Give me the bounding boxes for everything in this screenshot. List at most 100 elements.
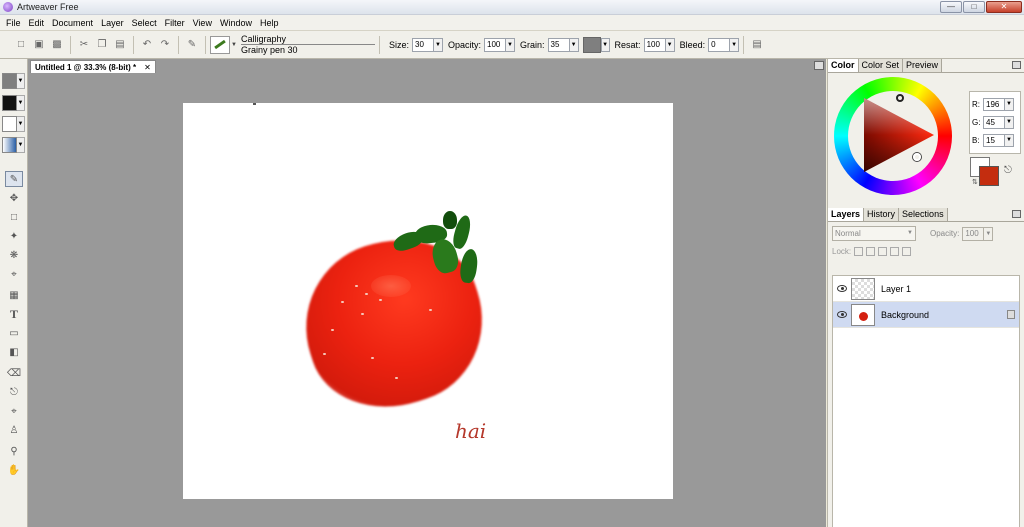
shape-icon[interactable]: ▭ bbox=[5, 325, 23, 341]
tab-preview[interactable]: Preview bbox=[903, 59, 943, 72]
foreground-color-swatch[interactable] bbox=[979, 166, 999, 186]
menu-select[interactable]: Select bbox=[128, 18, 161, 28]
green-spin-icon[interactable]: ▼ bbox=[1005, 115, 1014, 129]
opacity-spin-icon[interactable]: ▼ bbox=[506, 37, 516, 52]
visibility-eye-icon[interactable] bbox=[837, 285, 847, 292]
close-button[interactable]: ✕ bbox=[986, 1, 1022, 13]
swap-colors-icon[interactable]: ⇅ bbox=[972, 178, 978, 186]
menu-document[interactable]: Document bbox=[48, 18, 97, 28]
gradient-icon[interactable]: ◧ bbox=[5, 344, 23, 360]
grain-texture-dropdown-icon[interactable]: ▼ bbox=[600, 37, 610, 52]
palette-toggle-icon[interactable]: ▤ bbox=[750, 38, 764, 52]
green-field[interactable]: 45 bbox=[983, 115, 1005, 129]
color-panel: R: 196 ▼ G: 45 ▼ B: 15 ▼ ⇅ ⎋ bbox=[828, 73, 1024, 208]
crop-icon[interactable]: ⌖ bbox=[5, 266, 23, 282]
tab-layers[interactable]: Layers bbox=[828, 208, 865, 221]
bleed-field[interactable]: 0 bbox=[708, 37, 731, 52]
lock-position-checkbox[interactable] bbox=[866, 246, 876, 256]
saturation-marker[interactable] bbox=[913, 153, 921, 161]
menu-view[interactable]: View bbox=[189, 18, 216, 28]
lock-image-checkbox[interactable] bbox=[890, 246, 900, 256]
perspective-icon[interactable]: ▦ bbox=[5, 287, 23, 303]
minimize-button[interactable]: — bbox=[940, 1, 962, 13]
gradient-well[interactable]: ▼ bbox=[2, 137, 26, 153]
layer-row-background[interactable]: Background bbox=[833, 302, 1019, 328]
menu-window[interactable]: Window bbox=[216, 18, 256, 28]
opacity-field[interactable]: 100 bbox=[484, 37, 507, 52]
document-tab[interactable]: Untitled 1 @ 33.3% (8-bit) * ✕ bbox=[30, 60, 156, 73]
hue-marker[interactable] bbox=[896, 94, 904, 102]
menu-file[interactable]: File bbox=[2, 18, 25, 28]
brush-shape-well[interactable]: ▼ bbox=[2, 116, 26, 132]
color-panel-menu-icon[interactable] bbox=[1012, 61, 1021, 69]
menu-help[interactable]: Help bbox=[256, 18, 283, 28]
visibility-eye-icon[interactable] bbox=[837, 311, 847, 318]
brush-selector[interactable]: Calligraphy Grainy pen 30 bbox=[241, 34, 375, 55]
layer-opacity-spin-icon[interactable]: ▼ bbox=[984, 226, 994, 241]
size-field[interactable]: 30 bbox=[412, 37, 435, 52]
blue-field[interactable]: 15 bbox=[983, 133, 1005, 147]
pick-color-icon[interactable]: ⎋ bbox=[1004, 165, 1012, 176]
rectangle-select-icon[interactable]: □ bbox=[5, 209, 23, 225]
eraser-icon[interactable]: ⌫ bbox=[5, 365, 23, 381]
undo-icon[interactable]: ↶ bbox=[140, 38, 154, 52]
menu-filter[interactable]: Filter bbox=[161, 18, 189, 28]
blend-mode-select[interactable]: Normal ▼ bbox=[832, 226, 916, 241]
grain-texture-swatch[interactable] bbox=[582, 36, 601, 53]
grain-spin-icon[interactable]: ▼ bbox=[569, 37, 579, 52]
lasso-icon[interactable]: ❋ bbox=[5, 247, 23, 263]
brush-preview[interactable] bbox=[210, 35, 230, 54]
close-document-icon[interactable]: ✕ bbox=[144, 63, 151, 72]
blue-spin-icon[interactable]: ▼ bbox=[1005, 133, 1014, 147]
grain-field[interactable]: 35 bbox=[547, 37, 570, 52]
maximize-button[interactable]: □ bbox=[963, 1, 985, 13]
move-icon[interactable]: ✥ bbox=[5, 190, 23, 206]
save-icon[interactable]: ▩ bbox=[50, 38, 64, 52]
brush-icon[interactable]: ✎ bbox=[5, 171, 23, 187]
layer-opacity-field[interactable]: 100 bbox=[962, 226, 985, 241]
bleed-spin-icon[interactable]: ▼ bbox=[730, 37, 740, 52]
layer-row-layer-1[interactable]: Layer 1 bbox=[833, 276, 1019, 302]
cut-icon[interactable]: ✂ bbox=[77, 38, 91, 52]
hand-icon[interactable]: ✋ bbox=[5, 462, 23, 478]
zoom-icon[interactable]: ⚲ bbox=[5, 443, 23, 459]
magic-wand-icon[interactable]: ✦ bbox=[5, 228, 23, 244]
tab-color-set[interactable]: Color Set bbox=[858, 59, 904, 72]
brush-tool-icon[interactable]: ✎ bbox=[185, 38, 199, 52]
drawing-canvas[interactable]: hai bbox=[183, 103, 673, 499]
clone-stamp-icon[interactable]: ⎋ bbox=[5, 384, 23, 400]
workspace-menu-icon[interactable] bbox=[814, 61, 824, 70]
resat-field[interactable]: 100 bbox=[643, 37, 666, 52]
menu-layer[interactable]: Layer bbox=[97, 18, 128, 28]
tab-selections[interactable]: Selections bbox=[899, 208, 948, 221]
toolbar-divider bbox=[379, 35, 380, 54]
paint-bucket-icon[interactable]: ♙ bbox=[5, 422, 23, 438]
lock-transparency-checkbox[interactable] bbox=[854, 246, 864, 256]
brush-category-well[interactable]: ▼ bbox=[2, 73, 26, 89]
strawberry-painting bbox=[284, 205, 504, 429]
red-spin-icon[interactable]: ▼ bbox=[1005, 97, 1014, 111]
paste-icon[interactable]: ▤ bbox=[113, 38, 127, 52]
pattern-swatch bbox=[2, 95, 17, 111]
resat-spin-icon[interactable]: ▼ bbox=[665, 37, 675, 52]
tab-history[interactable]: History bbox=[864, 208, 900, 221]
eyedropper-icon[interactable]: ⌖ bbox=[5, 403, 23, 419]
lock-all-checkbox[interactable] bbox=[902, 246, 912, 256]
well-dropdown-icon[interactable]: ▼ bbox=[17, 116, 25, 132]
well-dropdown-icon[interactable]: ▼ bbox=[17, 73, 25, 89]
layers-panel-menu-icon[interactable] bbox=[1012, 210, 1021, 218]
open-icon[interactable]: ▣ bbox=[32, 38, 46, 52]
size-spin-icon[interactable]: ▼ bbox=[434, 37, 444, 52]
copy-icon[interactable]: ❐ bbox=[95, 38, 109, 52]
brush-dropdown-icon[interactable]: ▼ bbox=[230, 36, 238, 54]
redo-icon[interactable]: ↷ bbox=[158, 38, 172, 52]
new-document-icon[interactable]: □ bbox=[14, 38, 28, 52]
tab-color[interactable]: Color bbox=[828, 59, 859, 72]
text-icon[interactable]: T bbox=[5, 306, 23, 322]
menu-edit[interactable]: Edit bbox=[25, 18, 49, 28]
well-dropdown-icon[interactable]: ▼ bbox=[17, 95, 25, 111]
lock-pixels-checkbox[interactable] bbox=[878, 246, 888, 256]
pattern-well[interactable]: ▼ bbox=[2, 95, 26, 111]
well-dropdown-icon[interactable]: ▼ bbox=[17, 137, 25, 153]
red-field[interactable]: 196 bbox=[983, 97, 1005, 111]
